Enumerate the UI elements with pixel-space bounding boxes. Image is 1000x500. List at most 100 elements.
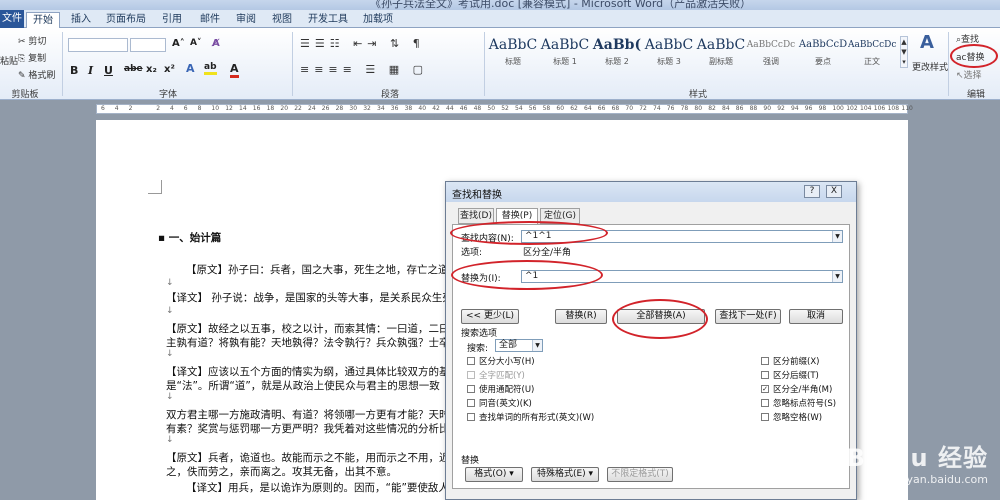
cursor-icon: ↖ <box>956 71 964 81</box>
cut-button[interactable]: ✂ 剪切 <box>18 34 46 47</box>
ruler-tick: 98 <box>818 105 827 112</box>
grow-font-button[interactable]: A˄ <box>172 38 185 49</box>
highlight-icon[interactable]: ab <box>204 62 217 75</box>
match-prefix-checkbox[interactable] <box>761 357 769 365</box>
wildcards-checkbox[interactable] <box>467 385 475 393</box>
match-case-checkbox[interactable] <box>467 357 475 365</box>
ruler-tick: 88 <box>749 105 758 112</box>
divider <box>948 32 949 96</box>
doc-line: 之，佚而劳之，亲而离之。攻其无备，出其不意。 <box>166 466 397 478</box>
help-button[interactable]: ? <box>804 185 820 198</box>
match-suffix-checkbox[interactable] <box>761 371 769 379</box>
find-next-button[interactable]: 查找下一处(F) <box>715 309 781 324</box>
style-normal[interactable]: AaBbCcDc 正文 <box>848 34 896 74</box>
tab-addins[interactable]: 加载项 <box>360 12 396 28</box>
doc-line: 有素？奖赏与惩罚哪一方更严明？我凭着对这些情况的分析比较 <box>166 423 460 435</box>
style-heading-3[interactable]: AaBbC 标题 3 <box>644 34 694 74</box>
ruler-tick: 90 <box>763 105 772 112</box>
ruler-tick: 106 <box>873 105 886 112</box>
width-sensitive-checkbox[interactable]: ✓ <box>761 385 769 393</box>
ruler-tick: 14 <box>239 105 247 112</box>
close-button[interactable]: X <box>826 185 842 198</box>
search-direction-select[interactable]: 全部 ▼ <box>495 339 543 352</box>
align-buttons[interactable]: ≡≡≡≡ ☰ ▦ ▢ <box>300 63 428 76</box>
ruler-tick: 56 <box>528 105 537 112</box>
margin-corner-mark <box>148 180 162 194</box>
styles-scroll-icon[interactable]: ▲ ▼ ▾ <box>900 36 908 68</box>
title-bar: 《孙子兵法全文》考试用.doc [兼容模式] - Microsoft Word（… <box>0 0 1000 10</box>
sounds-like-label: 同音(英文)(K) <box>479 399 532 409</box>
ruler-tick: 60 <box>556 105 565 112</box>
style-heading-1[interactable]: AaBbC 标题 1 <box>540 34 590 74</box>
replace-button[interactable]: 替换(R) <box>555 309 607 324</box>
chevron-down-icon[interactable]: ▼ <box>832 231 842 242</box>
format-painter-button[interactable]: ✎ 格式刷 <box>18 68 55 81</box>
word-forms-label: 查找单词的所有形式(英文)(W) <box>479 413 595 423</box>
word-forms-checkbox[interactable] <box>467 413 475 421</box>
wildcards-label: 使用通配符(U) <box>479 385 535 395</box>
tab-home[interactable]: 开始 <box>26 12 60 29</box>
ignore-space-label: 忽略空格(W) <box>773 413 823 423</box>
paragraph-mark: ↓ <box>166 278 174 288</box>
select-button[interactable]: ↖选择 <box>956 68 982 81</box>
sounds-like-checkbox[interactable] <box>467 399 475 407</box>
tab-mailings[interactable]: 邮件 <box>196 12 224 28</box>
less-button[interactable]: << 更少(L) <box>461 309 519 324</box>
text-effects-icon[interactable]: A <box>186 62 195 75</box>
tab-find[interactable]: 查找(D) <box>458 208 494 224</box>
style-subtitle[interactable]: AaBbC 副标题 <box>696 34 746 74</box>
italic-button[interactable]: I <box>88 64 93 77</box>
ruler-tick: 64 <box>584 105 592 112</box>
tab-developer[interactable]: 开发工具 <box>306 12 350 28</box>
font-name-box[interactable] <box>68 38 128 52</box>
style-preview: AaBbC <box>540 37 590 53</box>
superscript-button[interactable]: x² <box>164 64 175 75</box>
ruler-tick: 22 <box>294 105 302 112</box>
style-name: 副标题 <box>709 57 733 66</box>
tab-insert[interactable]: 插入 <box>66 12 96 28</box>
style-key-points[interactable]: AaBbCcD 要点 <box>798 34 848 74</box>
ruler-tick: 70 <box>625 105 634 112</box>
style-title[interactable]: AaBbC 标题 <box>488 34 538 74</box>
paste-button[interactable]: 粘贴 <box>0 54 18 67</box>
tab-file[interactable]: 文件 <box>0 10 24 28</box>
ignore-punct-checkbox[interactable] <box>761 399 769 407</box>
no-formatting-button[interactable]: 不限定格式(T) <box>607 467 673 482</box>
tab-page-layout[interactable]: 页面布局 <box>104 12 148 28</box>
tab-review[interactable]: 审阅 <box>232 12 260 28</box>
format-dropdown-button[interactable]: 格式(O) ▾ <box>465 467 523 482</box>
special-dropdown-button[interactable]: 特殊格式(E) ▾ <box>531 467 599 482</box>
chevron-down-icon[interactable]: ▼ <box>532 340 542 351</box>
ribbon: 粘贴 ✂ 剪切 ⎘ 复制 ✎ 格式刷 剪贴板 A˄ A˅ A̸ B I U ab… <box>0 28 1000 100</box>
change-styles-icon[interactable]: A <box>920 32 934 53</box>
ignore-space-checkbox[interactable] <box>761 413 769 421</box>
whole-word-checkbox[interactable] <box>467 371 475 379</box>
clear-format-button[interactable]: A̸ <box>212 38 220 49</box>
baidu-watermark: Baidu 经验 jingyan.baidu.com <box>847 438 988 486</box>
horizontal-ruler[interactable]: 6 4 2 2 4 6 8 10 12 14 16 18 20 22 24 26 28 30 32 34 36 38 40 4… <box>96 104 913 114</box>
font-color-icon[interactable]: A <box>230 62 239 78</box>
tab-view[interactable]: 视图 <box>268 12 296 28</box>
style-heading-2[interactable]: AaBb(标题 2 <box>592 34 642 74</box>
shrink-font-button[interactable]: A˅ <box>190 38 201 48</box>
style-emphasis[interactable]: AaBbCcDc 强调 <box>746 34 796 74</box>
bold-button[interactable]: B <box>70 64 78 77</box>
style-preview: AaBb( <box>592 37 642 53</box>
subscript-button[interactable]: x₂ <box>146 64 157 75</box>
tab-references[interactable]: 引用 <box>158 12 186 28</box>
copy-button[interactable]: ⎘ 复制 <box>18 51 46 64</box>
styles-group-label: 样式 <box>688 90 707 100</box>
underline-button[interactable]: U <box>104 64 113 77</box>
strikethrough-button[interactable]: abe <box>124 64 143 74</box>
chevron-down-icon[interactable]: ▼ <box>832 271 842 282</box>
doc-line: 主孰有道？将孰有能？天地孰得？法令孰行？兵众孰强？士卒孰 <box>166 337 460 349</box>
font-size-box[interactable] <box>130 38 166 52</box>
cancel-button[interactable]: 取消 <box>789 309 843 324</box>
list-buttons[interactable]: ☰☰☷ ⇤⇥ ⇅ ¶ <box>300 37 425 50</box>
paragraph-mark: ↓ <box>166 392 174 402</box>
ruler-tick: 50 <box>487 105 496 112</box>
ruler-tick: 66 <box>597 105 606 112</box>
change-styles-button[interactable]: 更改样式 <box>912 60 948 73</box>
style-name: 标题 1 <box>553 57 577 66</box>
editing-group-label: 编辑 <box>966 90 985 100</box>
